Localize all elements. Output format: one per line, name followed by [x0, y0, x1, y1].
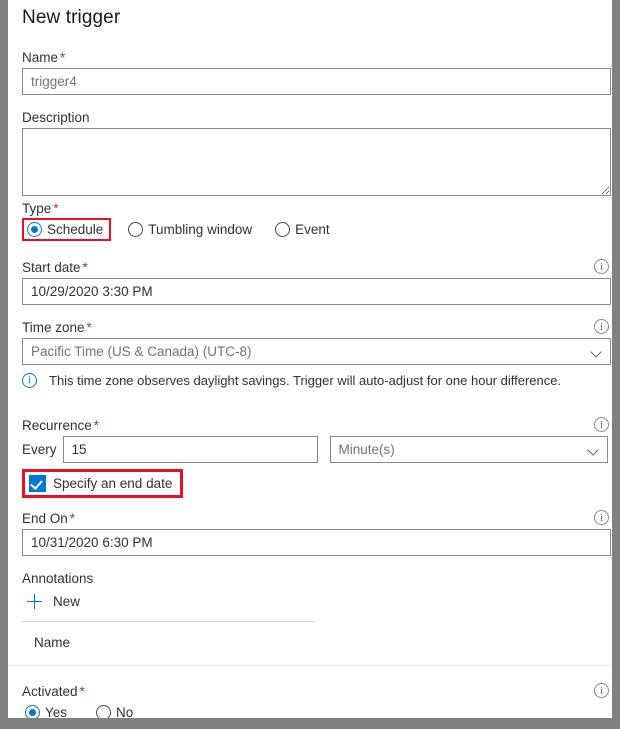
start-date-field-group: Start date * i	[22, 259, 612, 276]
chevron-down-icon	[591, 348, 602, 355]
specify-end-date-label: Specify an end date	[53, 476, 173, 491]
activated-option-label: No	[116, 705, 134, 718]
annotations-group: Annotations	[22, 570, 612, 587]
time-zone-select[interactable]: Pacific Time (US & Canada) (UTC-8)	[22, 338, 611, 365]
required-asterisk: *	[53, 201, 59, 216]
type-option-schedule[interactable]: Schedule	[22, 218, 112, 241]
info-icon[interactable]: i	[594, 417, 609, 432]
type-label: Type *	[22, 201, 59, 216]
required-asterisk: *	[93, 418, 100, 433]
recurrence-every-label: Every	[22, 442, 57, 457]
activated-field-group: Activated * i	[22, 683, 612, 700]
time-zone-label: Time zone *	[22, 320, 92, 335]
info-icon[interactable]: i	[594, 319, 609, 334]
type-radio-group: Schedule Tumbling window Event	[22, 218, 612, 241]
page-title: New trigger	[22, 7, 121, 28]
recurrence-field-group: Recurrence * i	[22, 417, 612, 434]
radio-selected-icon	[25, 705, 40, 718]
name-label: Name *	[22, 50, 66, 65]
description-field-group: Description	[22, 109, 612, 126]
type-option-event[interactable]: Event	[272, 219, 334, 240]
radio-unselected-icon	[96, 705, 112, 718]
start-date-label: Start date *	[22, 260, 88, 275]
daylight-savings-notice: i This time zone observes daylight savin…	[22, 373, 612, 388]
radio-selected-icon	[27, 222, 42, 237]
info-icon[interactable]: i	[594, 683, 609, 698]
description-label: Description	[22, 110, 90, 125]
type-option-label: Schedule	[47, 222, 104, 237]
time-zone-field-group: Time zone * i	[22, 319, 612, 336]
daylight-savings-text: This time zone observes daylight savings…	[49, 373, 562, 388]
start-date-input[interactable]	[22, 278, 611, 305]
chevron-down-icon	[588, 446, 599, 453]
info-icon[interactable]: i	[594, 510, 609, 525]
specify-end-date-checkbox[interactable]: Specify an end date	[22, 469, 184, 498]
required-asterisk: *	[82, 260, 88, 275]
recurrence-unit-select[interactable]: Minute(s)	[329, 436, 608, 463]
required-asterisk: *	[69, 511, 76, 526]
activated-radio-group: Yes No	[22, 702, 612, 718]
recurrence-unit-value: Minute(s)	[338, 442, 395, 457]
end-on-field-group: End On * i	[22, 510, 612, 527]
activated-option-yes[interactable]: Yes	[22, 702, 71, 718]
type-option-tumbling-window[interactable]: Tumbling window	[125, 219, 256, 240]
type-option-label: Event	[295, 222, 330, 237]
checkbox-checked-icon	[29, 475, 46, 492]
radio-unselected-icon	[275, 222, 291, 237]
recurrence-label: Recurrence *	[22, 418, 100, 433]
name-input[interactable]	[22, 68, 611, 95]
type-field-group: Type *	[22, 200, 612, 217]
info-icon[interactable]: i	[594, 259, 609, 274]
required-asterisk: *	[79, 684, 85, 699]
recurrence-interval-input[interactable]	[62, 436, 318, 463]
annotations-divider-top	[22, 621, 315, 622]
activated-label: Activated *	[22, 684, 85, 699]
required-asterisk: *	[86, 320, 92, 335]
window-frame: New trigger Name* Description Type* Sche…	[0, 0, 620, 729]
add-annotation-label: New	[53, 594, 81, 609]
name-field-group: Name *	[22, 49, 612, 66]
required-asterisk: *	[60, 50, 66, 65]
new-trigger-panel: New trigger Name* Description Type* Sche…	[8, 0, 612, 718]
activated-option-label: Yes	[45, 705, 68, 718]
end-on-label: End On *	[22, 511, 76, 526]
panel-header: New trigger	[22, 0, 612, 29]
time-zone-value: Pacific Time (US & Canada) (UTC-8)	[31, 344, 252, 359]
info-circle-icon: i	[22, 373, 37, 388]
description-textarea[interactable]	[22, 128, 611, 196]
annotations-column-header-name: Name	[34, 635, 71, 650]
add-annotation-button[interactable]: New	[22, 594, 80, 609]
radio-unselected-icon	[128, 222, 144, 237]
activated-option-no[interactable]: No	[93, 702, 137, 718]
recurrence-row: Every Minute(s)	[22, 436, 612, 463]
annotations-divider-bottom	[8, 665, 612, 666]
plus-icon	[27, 594, 42, 609]
annotations-label: Annotations	[22, 571, 94, 586]
end-on-input[interactable]	[22, 529, 611, 556]
type-option-label: Tumbling window	[148, 222, 253, 237]
